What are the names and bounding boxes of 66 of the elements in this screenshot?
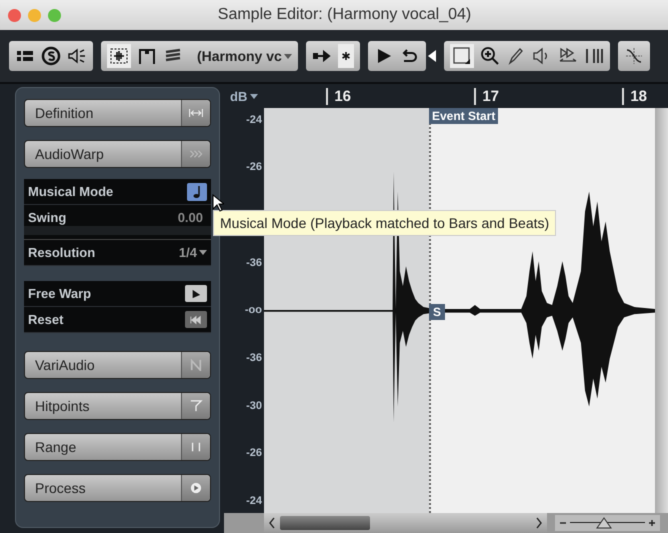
- resolution-dropdown[interactable]: 1/4: [178, 245, 207, 260]
- section-header[interactable]: Hitpoints: [24, 392, 211, 420]
- free-warp-button[interactable]: [185, 285, 207, 302]
- section-header[interactable]: Definition: [24, 99, 211, 127]
- caret-icon: [250, 94, 258, 98]
- section-label: Hitpoints: [34, 397, 90, 416]
- reset-button[interactable]: [185, 311, 207, 328]
- bar-number: 16: [326, 88, 474, 104]
- section-label: Definition: [34, 104, 94, 123]
- db-label: -26: [246, 161, 262, 174]
- section-header[interactable]: AudioWarp: [24, 140, 211, 168]
- zoom-icon[interactable]: [480, 46, 500, 66]
- setting-label: Reset: [28, 312, 64, 327]
- cursor-icon: [190, 288, 202, 298]
- solo-icon[interactable]: [41, 46, 61, 66]
- tooltip: Musical Mode (Playback matched to Bars and Beats): [213, 210, 556, 236]
- event-start-label: Event Start: [429, 108, 498, 124]
- setting-label: Musical Mode: [28, 184, 114, 199]
- chevron-right-icon[interactable]: [535, 517, 543, 529]
- section-header[interactable]: Range: [24, 433, 211, 461]
- plus-icon[interactable]: [648, 519, 656, 527]
- section-header[interactable]: Process: [24, 474, 211, 502]
- speaker-icon[interactable]: [67, 46, 87, 66]
- curve-icon[interactable]: [624, 46, 644, 66]
- swing-value[interactable]: 0.00: [178, 210, 203, 225]
- waveform-icon[interactable]: [107, 44, 131, 68]
- select-icon[interactable]: [450, 44, 474, 68]
- audio-selector[interactable]: (Harmony vc: [189, 48, 292, 64]
- musical-mode-toggle[interactable]: [187, 182, 207, 200]
- slider-thumb[interactable]: [596, 517, 612, 529]
- start-marker[interactable]: S: [429, 304, 446, 320]
- play-circle-icon[interactable]: [188, 482, 204, 494]
- section-label: Process: [34, 479, 87, 498]
- db-label: -36: [246, 352, 262, 364]
- asterisk-icon[interactable]: [338, 44, 354, 68]
- close-button[interactable]: [8, 8, 21, 22]
- db-label: -24: [246, 114, 262, 126]
- span-icon[interactable]: [188, 107, 204, 119]
- scroll-thumb[interactable]: [280, 516, 370, 530]
- section-label: VariAudio: [34, 356, 96, 375]
- setting-label: Swing: [28, 210, 66, 225]
- horizontal-scrollbar[interactable]: [264, 513, 547, 533]
- vertical-scrollbar[interactable]: [655, 108, 668, 513]
- bar-number: 17: [474, 88, 622, 104]
- window-title: Sample Editor: (Harmony vocal_04): [216, 6, 472, 24]
- db-label: -36: [246, 256, 262, 269]
- chevron-left-icon[interactable]: [268, 517, 276, 529]
- triangle-icon[interactable]: [428, 50, 436, 62]
- markers-icon[interactable]: [137, 46, 157, 66]
- section-label: AudioWarp: [34, 145, 105, 164]
- unit-dropdown[interactable]: dB: [224, 88, 258, 104]
- timeline-ruler[interactable]: dB 16 17 18: [224, 84, 668, 108]
- setting-label: Free Warp: [28, 286, 92, 301]
- setting-label: Resolution: [28, 245, 96, 260]
- db-label: -oo: [244, 304, 262, 316]
- section-label: Range: [34, 438, 78, 457]
- rewind-icon: [190, 314, 202, 324]
- section-header[interactable]: VariAudio: [24, 351, 211, 379]
- caret-icon: [284, 54, 292, 58]
- caret-icon: [199, 250, 207, 255]
- note-icon: [192, 184, 202, 198]
- db-label: -26: [246, 447, 262, 460]
- bars-icon[interactable]: [584, 46, 604, 66]
- db-label: -30: [246, 400, 262, 412]
- bar-number: 18: [622, 88, 668, 104]
- db-label: -24: [246, 495, 262, 508]
